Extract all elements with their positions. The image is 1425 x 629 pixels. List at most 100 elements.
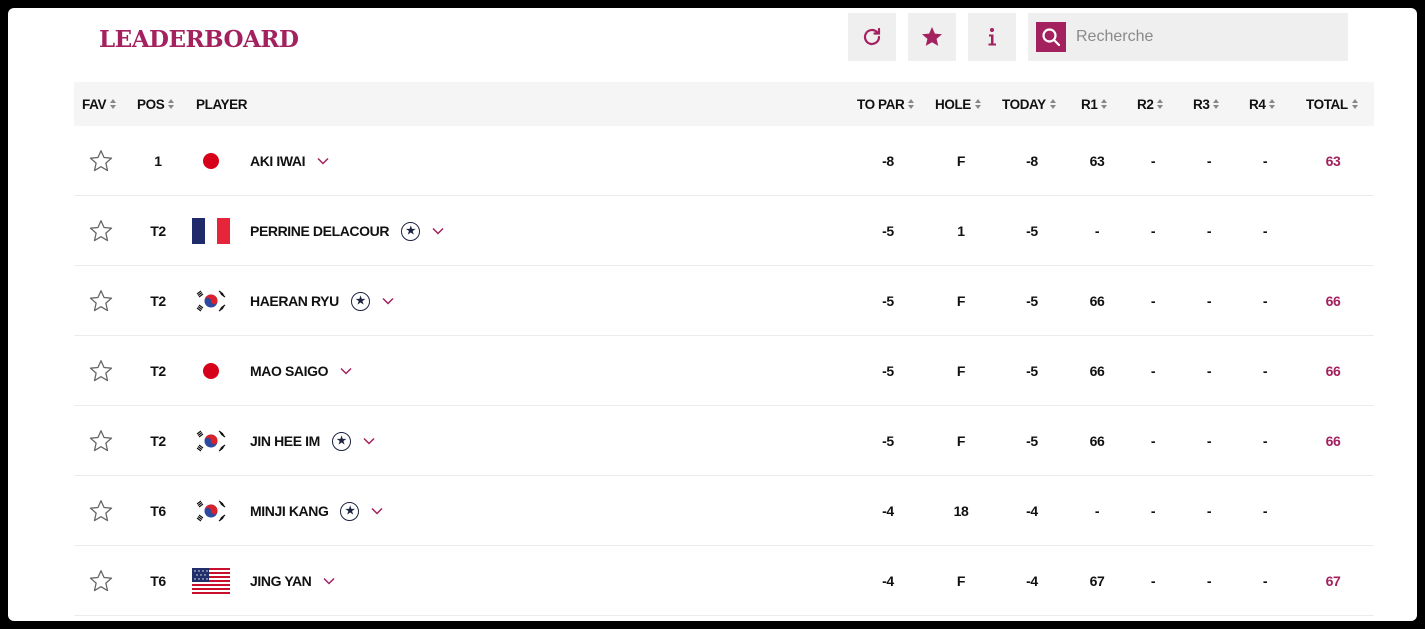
round-1: 63	[1089, 153, 1105, 169]
flag-slot	[192, 218, 230, 244]
today: -4	[1026, 503, 1038, 519]
position: T2	[150, 363, 166, 379]
refresh-button[interactable]	[848, 13, 896, 61]
player-cell: JIN HEE IM ★	[250, 406, 375, 476]
to-par: -5	[882, 293, 894, 309]
total: 63	[1325, 153, 1341, 169]
col-hole[interactable]: HOLE	[935, 82, 981, 126]
usa-flag-icon	[192, 568, 230, 594]
position: T6	[150, 573, 166, 589]
expand-chevron-icon[interactable]	[371, 507, 383, 515]
table-row[interactable]: 1 AKI IWAI -8 F -8 63 - - - 63	[74, 126, 1374, 196]
round-3: -	[1206, 293, 1212, 309]
today: -5	[1026, 363, 1038, 379]
star-outline-icon	[89, 430, 113, 452]
round-2: -	[1150, 363, 1156, 379]
today: -5	[1026, 433, 1038, 449]
round-2: -	[1150, 503, 1156, 519]
col-to-par[interactable]: TO PAR	[857, 82, 915, 126]
favorite-toggle[interactable]	[88, 476, 116, 546]
expand-chevron-icon[interactable]	[432, 227, 444, 235]
to-par: -5	[882, 223, 894, 239]
player-cell: JING YAN	[250, 546, 335, 616]
to-par: -4	[882, 503, 894, 519]
round-3: -	[1206, 573, 1212, 589]
expand-chevron-icon[interactable]	[323, 577, 335, 585]
player-cell: MAO SAIGO	[250, 336, 352, 406]
to-par: -5	[882, 433, 894, 449]
position: T2	[150, 433, 166, 449]
col-pos[interactable]: POS	[137, 82, 175, 126]
col-r2[interactable]: R2	[1137, 82, 1164, 126]
table-row[interactable]: T2 HAERAN RYU ★ -5 F -5 66 - - - 66	[74, 266, 1374, 336]
search-button[interactable]	[1036, 22, 1066, 52]
favorite-toggle[interactable]	[88, 126, 116, 196]
korea-flag-icon	[192, 428, 230, 454]
star-icon	[922, 27, 942, 46]
col-total[interactable]: TOTAL	[1306, 82, 1358, 126]
round-2: -	[1150, 223, 1156, 239]
position: T6	[150, 503, 166, 519]
favorite-toggle[interactable]	[88, 546, 116, 616]
today: -8	[1026, 153, 1038, 169]
col-today[interactable]: TODAY	[1002, 82, 1056, 126]
table-header: FAV POS PLAYER TO PAR HOLE TODAY R1 R2 R…	[74, 82, 1374, 126]
search-icon	[1042, 28, 1061, 47]
sort-icon	[974, 99, 981, 109]
player-name[interactable]: JIN HEE IM	[250, 433, 320, 449]
favorite-toggle[interactable]	[88, 196, 116, 266]
sort-icon	[1049, 99, 1056, 109]
player-name[interactable]: AKI IWAI	[250, 153, 306, 169]
round-2: -	[1150, 293, 1156, 309]
col-r4[interactable]: R4	[1249, 82, 1276, 126]
expand-chevron-icon[interactable]	[317, 157, 329, 165]
table-row[interactable]: T2 PERRINE DELACOUR ★ -5 1 -5 - - - -	[74, 196, 1374, 266]
today: -4	[1026, 573, 1038, 589]
page-title: LEADERBOARD	[99, 26, 299, 53]
table-row[interactable]: T2 MAO SAIGO -5 F -5 66 - - - 66	[74, 336, 1374, 406]
favorites-button[interactable]	[908, 13, 956, 61]
favorite-toggle[interactable]	[88, 336, 116, 406]
round-1: 66	[1089, 433, 1105, 449]
table-row[interactable]: T6 MINJI KANG ★ -4 18 -4 - - - -	[74, 476, 1374, 546]
player-name[interactable]: HAERAN RYU	[250, 293, 339, 309]
leaderboard-card: LEADERBOARD FAV POS PLAYER TO	[8, 8, 1417, 621]
hole: 18	[953, 503, 969, 519]
info-button[interactable]	[968, 13, 1016, 61]
player-name[interactable]: PERRINE DELACOUR	[250, 223, 389, 239]
sort-icon	[1213, 99, 1220, 109]
flag-slot	[192, 358, 230, 384]
table-body: 1 AKI IWAI -8 F -8 63 - - - 63 T2 PERRIN…	[74, 126, 1374, 616]
expand-chevron-icon[interactable]	[363, 437, 375, 445]
total: 67	[1325, 573, 1341, 589]
sort-icon	[168, 99, 175, 109]
hole: F	[956, 293, 966, 309]
favorite-toggle[interactable]	[88, 266, 116, 336]
search-input[interactable]	[1076, 28, 1336, 46]
expand-chevron-icon[interactable]	[340, 367, 352, 375]
favorite-toggle[interactable]	[88, 406, 116, 476]
round-2: -	[1150, 573, 1156, 589]
col-r1[interactable]: R1	[1081, 82, 1108, 126]
col-fav[interactable]: FAV	[82, 82, 117, 126]
round-2: -	[1150, 433, 1156, 449]
player-name[interactable]: JING YAN	[250, 573, 312, 589]
table-row[interactable]: T2 JIN HEE IM ★ -5 F -5 66 - - - 66	[74, 406, 1374, 476]
total: 66	[1325, 363, 1341, 379]
expand-chevron-icon[interactable]	[382, 297, 394, 305]
table-row[interactable]: T6 JING YAN -4 F -4 67 - - - 67	[74, 546, 1374, 616]
round-1: 66	[1089, 293, 1105, 309]
to-par: -4	[882, 573, 894, 589]
sort-icon	[1101, 99, 1108, 109]
sort-icon	[1351, 99, 1358, 109]
rookie-badge-icon: ★	[340, 501, 360, 521]
round-3: -	[1206, 503, 1212, 519]
to-par: -8	[882, 153, 894, 169]
col-r3[interactable]: R3	[1193, 82, 1220, 126]
player-name[interactable]: MAO SAIGO	[250, 363, 328, 379]
round-4: -	[1262, 433, 1268, 449]
korea-flag-icon	[192, 498, 230, 524]
hole: F	[956, 573, 966, 589]
hole: F	[956, 153, 966, 169]
player-name[interactable]: MINJI KANG	[250, 503, 329, 519]
